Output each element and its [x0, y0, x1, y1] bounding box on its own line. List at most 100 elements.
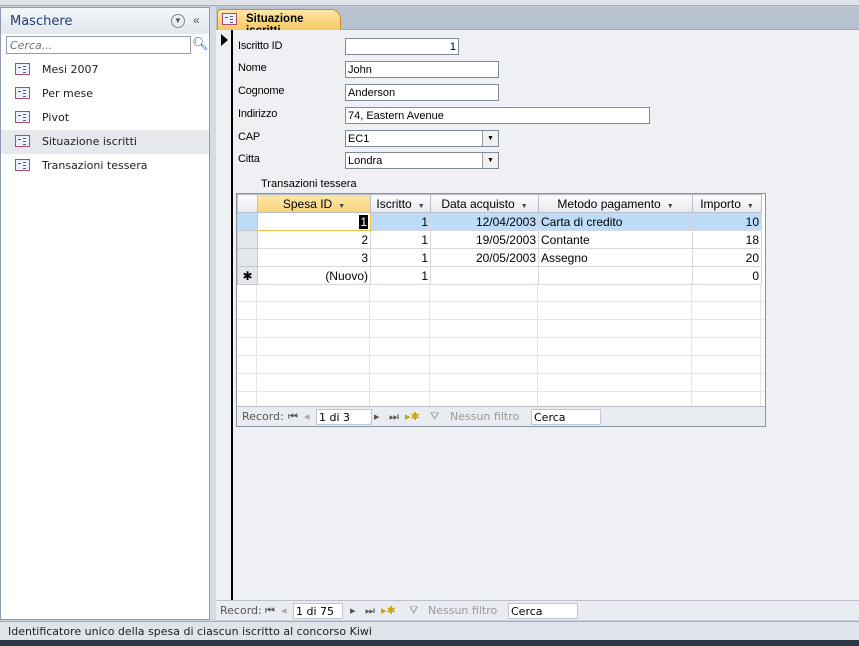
nav-item[interactable]: Per mese [1, 82, 209, 106]
form-icon [15, 135, 30, 147]
sort-dropdown-icon[interactable]: ▼ [667, 203, 674, 210]
table-cell[interactable]: 18 [692, 230, 762, 249]
nav-item-label: Transazioni tessera [42, 159, 148, 172]
table-cell[interactable]: (Nuovo) [257, 266, 371, 285]
record-label: Record: [242, 410, 284, 423]
cell-value: 20/05/2003 [475, 250, 536, 265]
cell-value: 1 [421, 232, 428, 247]
dropdown-arrow-icon[interactable]: ▼ [482, 153, 498, 168]
cell-value: 1 [421, 268, 428, 283]
new-record-button[interactable]: ▸✱ [381, 604, 396, 617]
search-icon[interactable]: 🔍︎ [192, 36, 209, 54]
row-selector[interactable] [237, 230, 258, 249]
iscritto-id-field[interactable]: 1 [345, 38, 459, 55]
last-record-button[interactable]: ⏭ [389, 410, 399, 424]
cell-value: 1 [421, 214, 428, 229]
indirizzo-field[interactable]: 74, Eastern Avenue [345, 107, 650, 124]
table-cell[interactable]: 19/05/2003 [430, 230, 539, 249]
table-row[interactable]: 2 1 19/05/2003 Contante 18 [237, 230, 762, 249]
new-record-button[interactable]: ▸✱ [405, 410, 420, 423]
sort-dropdown-icon[interactable]: ▼ [338, 203, 345, 210]
next-record-button[interactable]: ▸ [374, 410, 380, 423]
table-cell[interactable]: Contante [538, 230, 693, 249]
table-cell[interactable]: 2 [257, 230, 371, 249]
column-header[interactable]: Metodo pagamento ▼ [538, 194, 693, 213]
table-cell[interactable]: 0 [692, 266, 762, 285]
main-record-position[interactable]: 1 di 75 [293, 603, 343, 619]
prev-record-button[interactable]: ◂ [281, 604, 287, 617]
subform-label: Transazioni tessera [261, 178, 357, 190]
table-cell[interactable]: 1 [370, 248, 431, 267]
filter-icon: ⛛ [430, 410, 440, 423]
main-record-nav: Record: ⏮ ◂ 1 di 75 ▸ ⏭ ▸✱ ⛛ Nessun filt… [216, 600, 859, 620]
form-icon [15, 111, 30, 123]
record-label: Record: [220, 604, 262, 617]
cap-label: CAP [238, 131, 261, 143]
last-record-button[interactable]: ⏭ [365, 604, 375, 618]
table-cell[interactable] [430, 266, 539, 285]
first-record-button[interactable]: ⏮ [265, 604, 275, 618]
row-selector[interactable] [237, 248, 258, 267]
nav-item[interactable]: Transazioni tessera [1, 154, 209, 178]
cap-combo[interactable]: EC1 ▼ [345, 130, 499, 147]
indirizzo-label: Indirizzo [238, 108, 278, 120]
sort-dropdown-icon[interactable]: ▼ [418, 203, 425, 210]
nav-title[interactable]: Maschere [10, 14, 72, 29]
prev-record-button[interactable]: ◂ [304, 410, 310, 423]
first-record-button[interactable]: ⏮ [288, 410, 298, 424]
nav-item[interactable]: Mesi 2007 [1, 58, 209, 82]
form-icon [15, 63, 30, 75]
column-header[interactable]: Spesa ID ▼ [257, 194, 371, 213]
table-cell[interactable]: Assegno [538, 248, 693, 267]
cell-value: 18 [745, 232, 759, 247]
sort-dropdown-icon[interactable]: ▼ [747, 203, 754, 210]
table-cell[interactable]: 20 [692, 248, 762, 267]
status-bar: Identificatore unico della spesa di cias… [0, 621, 859, 640]
cell-value: 1 [359, 214, 368, 229]
table-cell[interactable]: Carta di credito [538, 212, 693, 231]
row-selector[interactable] [237, 212, 258, 231]
table-row[interactable]: ✱ (Nuovo) 1 0 [237, 266, 762, 285]
nome-field[interactable]: John [345, 61, 499, 78]
grid-line [369, 284, 370, 406]
record-selector[interactable] [216, 30, 233, 600]
cognome-field[interactable]: Anderson [345, 84, 499, 101]
table-cell[interactable]: 1 [370, 230, 431, 249]
table-cell[interactable]: 1 [370, 212, 431, 231]
filter-icon: ⛛ [409, 604, 419, 617]
table-cell[interactable]: 1 [257, 212, 371, 231]
table-cell[interactable]: 3 [257, 248, 371, 267]
column-header[interactable]: Iscritto ▼ [370, 194, 431, 213]
select-all-corner[interactable] [237, 194, 258, 213]
collapse-pane-icon[interactable]: « [193, 13, 200, 27]
column-header-label: Spesa ID [282, 196, 333, 211]
filter-toggle[interactable]: Nessun filtro [428, 604, 497, 617]
grid-line [760, 284, 761, 406]
chevron-down-icon[interactable]: ▼ [171, 14, 185, 28]
subform-search-box[interactable]: Cerca [531, 409, 601, 425]
table-cell[interactable] [538, 266, 693, 285]
tab-situazione-iscritti[interactable]: Situazione iscritti [217, 9, 341, 37]
column-header[interactable]: Importo ▼ [692, 194, 762, 213]
grid-line [537, 284, 538, 406]
dropdown-arrow-icon[interactable]: ▼ [482, 131, 498, 146]
nav-item[interactable]: Pivot [1, 106, 209, 130]
table-row[interactable]: 3 1 20/05/2003 Assegno 20 [237, 248, 762, 267]
table-cell[interactable]: 20/05/2003 [430, 248, 539, 267]
taskbar [0, 640, 859, 646]
filter-toggle[interactable]: Nessun filtro [450, 410, 519, 423]
citta-combo[interactable]: Londra ▼ [345, 152, 499, 169]
table-cell[interactable]: 12/04/2003 [430, 212, 539, 231]
subform-record-position[interactable]: 1 di 3 [316, 409, 372, 425]
sort-dropdown-icon[interactable]: ▼ [521, 203, 528, 210]
column-header[interactable]: Data acquisto ▼ [430, 194, 539, 213]
new-record-icon[interactable]: ✱ [237, 266, 258, 285]
nav-item[interactable]: Situazione iscritti [1, 130, 209, 154]
nav-search-input[interactable] [6, 36, 191, 54]
next-record-button[interactable]: ▸ [350, 604, 356, 617]
nav-header: Maschere ▼ « [1, 8, 209, 34]
table-cell[interactable]: 1 [370, 266, 431, 285]
table-cell[interactable]: 10 [692, 212, 762, 231]
main-search-box[interactable]: Cerca [508, 603, 578, 619]
table-row[interactable]: 1 1 12/04/2003 Carta di credito 10 [237, 212, 762, 231]
